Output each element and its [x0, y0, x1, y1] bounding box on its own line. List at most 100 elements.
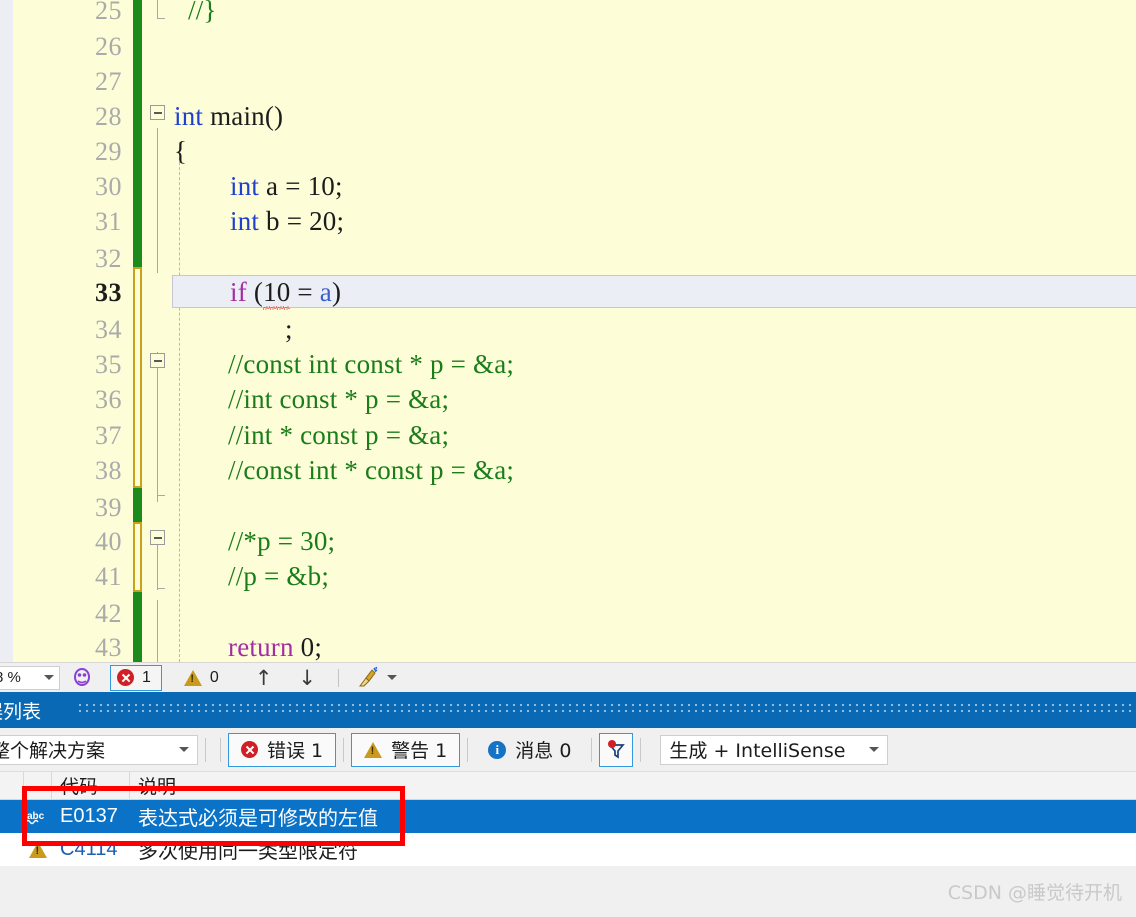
status-separator [338, 668, 340, 687]
error-code: C4114 [60, 838, 118, 860]
toolbar-separator [343, 737, 345, 762]
line-number: 40 [95, 527, 122, 556]
warning-icon [183, 669, 202, 686]
code-text: = [290, 277, 320, 307]
column-header-icon[interactable] [24, 771, 52, 800]
messages-filter-button[interactable]: i 消息 0 [475, 733, 584, 767]
warning-icon [364, 741, 383, 758]
toolbar-separator [640, 737, 642, 762]
scope-value: 整个解决方案 [0, 740, 106, 762]
previous-issue-button[interactable]: ↑ [255, 666, 273, 690]
warning-icon [24, 833, 52, 866]
visual-studio-window: 25 //} 26 27 28 int main() 29 {30 int a… [0, 0, 1136, 917]
code-line-row[interactable]: 28 int main() [0, 98, 1136, 134]
editor-status-bar: 8 % 1 0 ↑ ↓ [0, 662, 1136, 692]
line-number: 38 [95, 456, 122, 485]
code-text: a = 10; [259, 171, 343, 201]
line-number: 26 [95, 32, 122, 61]
code-keyword: int [230, 171, 260, 201]
status-warning-count[interactable]: 0 [178, 665, 229, 691]
line-number: 29 [95, 137, 122, 166]
code-keyword: if [230, 277, 247, 307]
next-issue-button[interactable]: ↓ [298, 666, 316, 690]
status-error-count-value: 1 [142, 668, 151, 686]
error-list-row[interactable]: abc E0137 表达式必须是可修改的左值 [0, 800, 1136, 833]
code-line-row[interactable]: 40 //*p = 30; [0, 523, 1136, 559]
error-list-header-row: 代码 说明 [0, 771, 1136, 800]
code-keyword: return [228, 632, 294, 662]
code-line-row[interactable]: 38 //const int * const p = &a; [0, 452, 1136, 488]
column-header-code[interactable]: 代码 [52, 771, 130, 800]
code-text: //} [188, 0, 217, 25]
error-description: 多次使用同一类型限定符 [138, 839, 358, 863]
code-line-row[interactable]: 34 ; [0, 311, 1136, 347]
toolbar-separator [205, 737, 206, 762]
column-header-description[interactable]: 说明 [130, 772, 1136, 800]
info-icon: i [488, 740, 507, 759]
status-warning-count-value: 0 [209, 668, 219, 686]
row-spacer [0, 800, 24, 833]
error-icon [241, 741, 258, 758]
filter-toggle-button[interactable] [599, 732, 634, 767]
line-number: 37 [95, 421, 122, 450]
build-filter-value: 生成 + IntelliSense [669, 740, 846, 762]
errors-filter-button[interactable]: 错误 1 [228, 732, 337, 767]
column-header-spacer [0, 771, 24, 800]
warnings-filter-button[interactable]: 警告 1 [351, 732, 461, 767]
line-number: 28 [95, 102, 122, 131]
row-spacer [0, 833, 24, 866]
code-line-row[interactable]: 25 //} [0, 0, 1136, 28]
line-number: 31 [95, 207, 122, 236]
toolbar-separator [591, 737, 593, 762]
error-list-row[interactable]: C4114 多次使用同一类型限定符 [0, 833, 1136, 866]
error-list-toolbar: 整个解决方案 错误 1 警告 1 i 消息 0 [0, 728, 1136, 772]
chevron-down-icon [869, 747, 880, 752]
code-line-row[interactable]: 29 { [0, 133, 1136, 169]
messages-filter-label: 消息 0 [515, 740, 572, 762]
code-line-row-current[interactable]: 33 if (10 = a) [0, 274, 1136, 310]
code-line-row[interactable]: 39 [0, 489, 1136, 525]
intellisense-squiggle-icon: abc [24, 800, 52, 833]
code-line-row[interactable]: 35 //const int const * p = &a; [0, 346, 1136, 382]
code-text: { [174, 136, 188, 166]
line-number: 36 [95, 385, 122, 414]
code-keyword: int [230, 206, 260, 236]
code-line-row[interactable]: 32 [0, 240, 1136, 276]
code-comment: //int * const p = &a; [228, 420, 450, 450]
code-variable: a [319, 277, 332, 307]
error-list-title-bar: 误列表 [0, 692, 1136, 728]
panel-title: 误列表 [0, 700, 42, 723]
line-number: 27 [95, 67, 122, 96]
zoom-level-combobox[interactable]: 8 % [0, 665, 60, 690]
error-icon [117, 669, 134, 686]
zoom-level-value: 8 % [0, 669, 21, 686]
line-number: 41 [95, 562, 122, 591]
code-line-row[interactable]: 26 [0, 28, 1136, 64]
code-line-row[interactable]: 30 int a = 10; [0, 168, 1136, 204]
chevron-down-icon [44, 675, 54, 680]
line-number: 30 [95, 172, 122, 201]
code-line-row[interactable]: 37 //int * const p = &a; [0, 417, 1136, 453]
code-line-row[interactable]: 27 [0, 63, 1136, 99]
toolbar-separator [467, 737, 469, 762]
code-function-name: main() [210, 101, 284, 131]
broom-icon [359, 666, 378, 686]
line-number: 35 [95, 350, 122, 379]
code-cleanup-button[interactable] [355, 666, 398, 690]
code-line-row[interactable]: 42 [0, 595, 1136, 631]
build-filter-combobox[interactable]: 生成 + IntelliSense [660, 734, 889, 765]
code-line-row[interactable]: 43 return 0; [0, 629, 1136, 662]
code-editor[interactable]: 25 //} 26 27 28 int main() 29 {30 int a… [0, 0, 1136, 662]
chevron-down-icon [387, 675, 398, 680]
warnings-filter-label: 警告 1 [391, 740, 448, 762]
code-line-row[interactable]: 36 //int const * p = &a; [0, 381, 1136, 417]
code-line-row[interactable]: 41 //p = &b; [0, 558, 1136, 594]
line-number: 43 [95, 633, 122, 662]
code-comment: //*p = 30; [228, 526, 336, 556]
status-error-count[interactable]: 1 [110, 664, 162, 691]
code-analysis-icon[interactable] [70, 666, 94, 690]
code-line-row[interactable]: 31 int b = 20; [0, 203, 1136, 239]
line-number: 33 [95, 278, 122, 307]
scope-combobox[interactable]: 整个解决方案 [0, 734, 198, 765]
code-text: ; [285, 314, 293, 344]
